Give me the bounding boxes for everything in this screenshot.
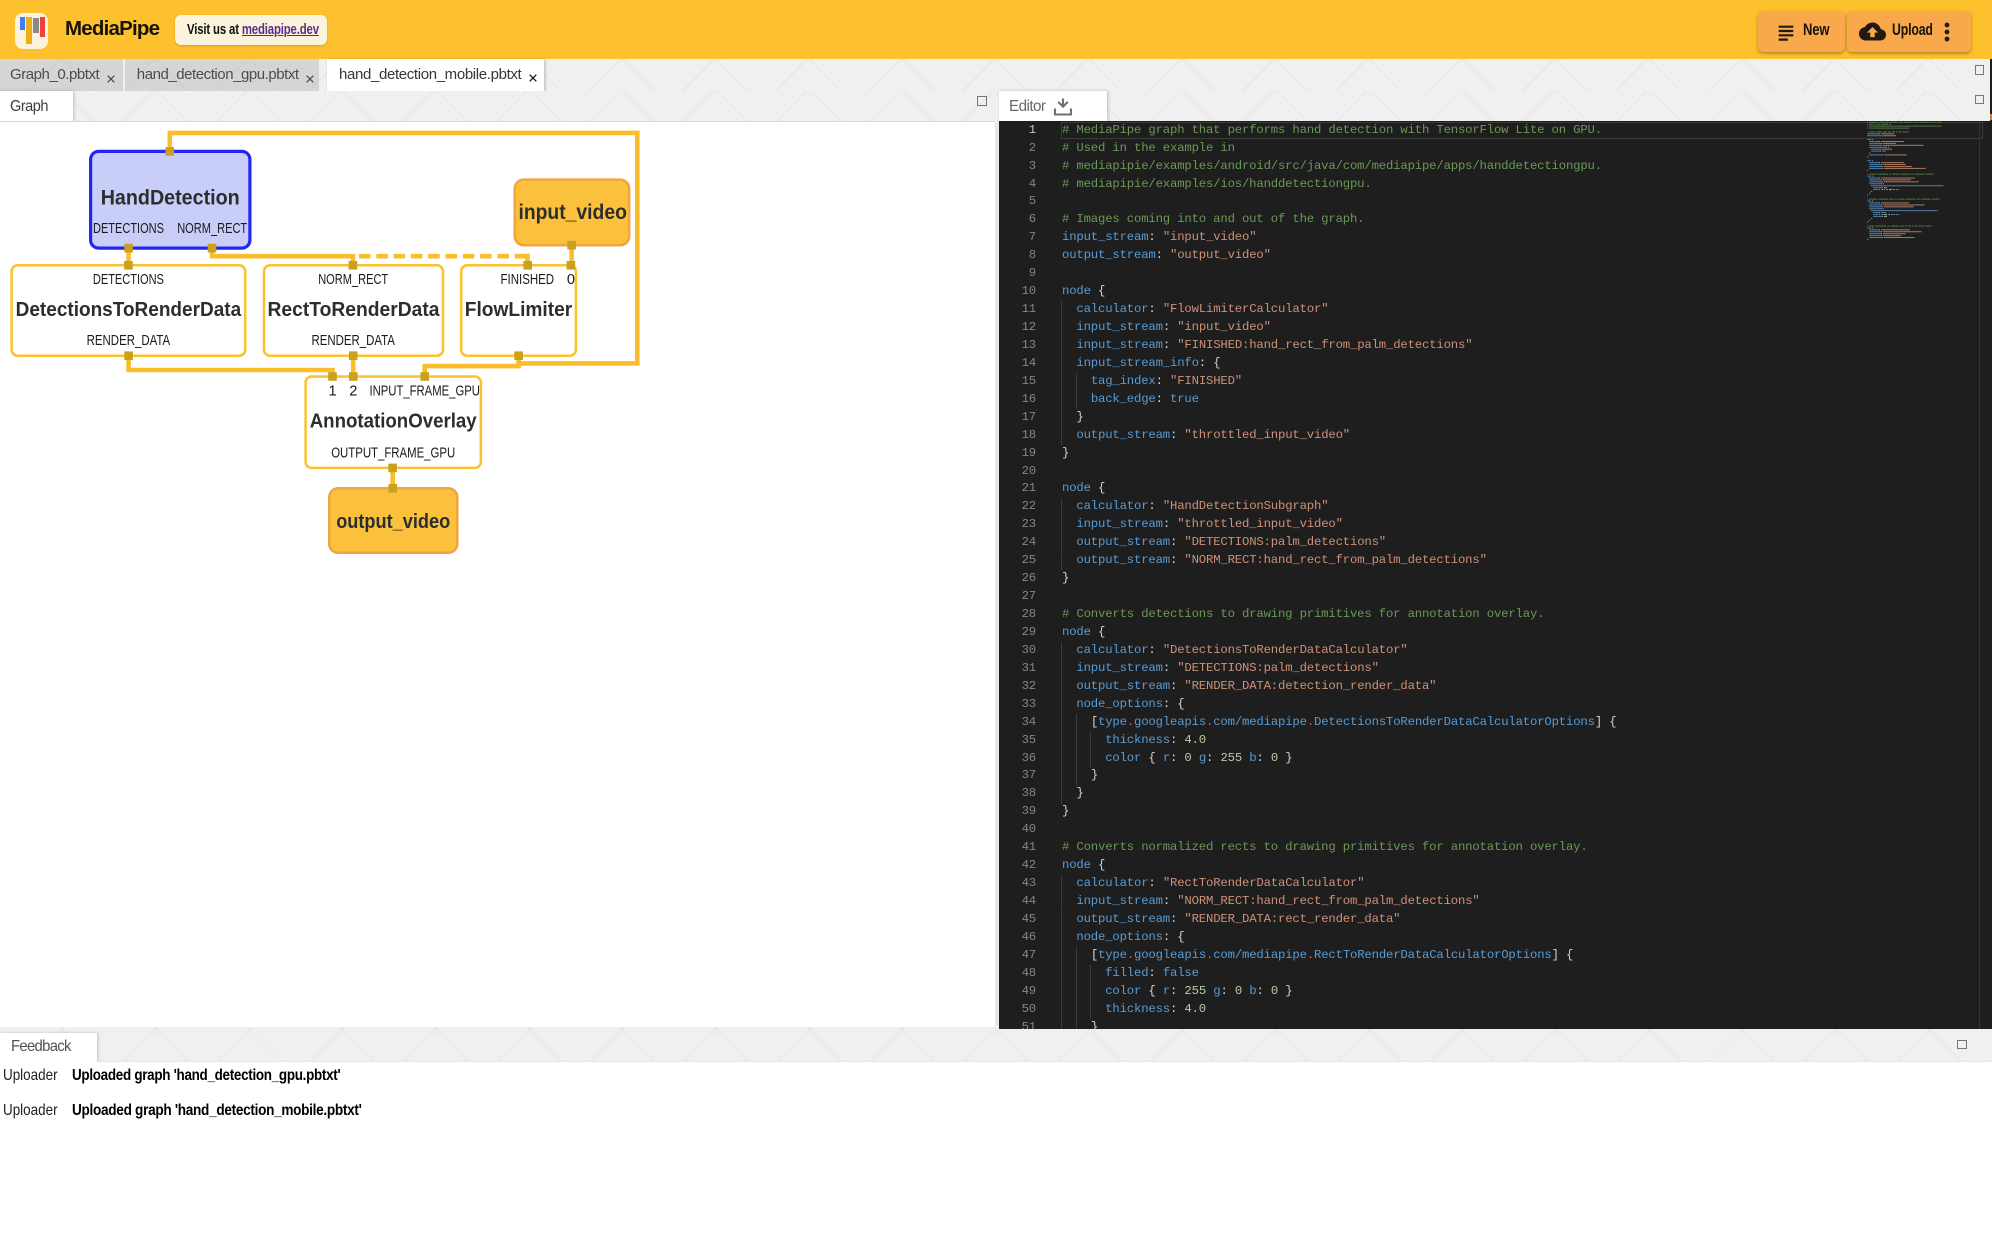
svg-text:OUTPUT_FRAME_GPU: OUTPUT_FRAME_GPU xyxy=(331,446,455,462)
svg-text:NORM_RECT: NORM_RECT xyxy=(318,272,388,288)
svg-text:FINISHED: FINISHED xyxy=(501,272,554,288)
svg-text:AnnotationOverlay: AnnotationOverlay xyxy=(310,410,478,433)
svg-text:2: 2 xyxy=(349,384,357,400)
svg-text:1: 1 xyxy=(328,384,336,400)
svg-text:0: 0 xyxy=(567,272,575,288)
svg-text:NORM_RECT: NORM_RECT xyxy=(177,221,247,237)
svg-text:FlowLimiter: FlowLimiter xyxy=(465,298,573,321)
svg-text:HandDetection: HandDetection xyxy=(101,187,240,210)
svg-text:RENDER_DATA: RENDER_DATA xyxy=(87,333,171,349)
svg-text:output_video: output_video xyxy=(336,510,450,533)
svg-text:input_video: input_video xyxy=(518,201,626,224)
svg-text:RectToRenderData: RectToRenderData xyxy=(268,299,441,321)
svg-text:RENDER_DATA: RENDER_DATA xyxy=(311,333,395,349)
svg-text:DETECTIONS: DETECTIONS xyxy=(93,221,164,237)
svg-text:INPUT_FRAME_GPU: INPUT_FRAME_GPU xyxy=(369,384,479,400)
svg-text:DetectionsToRenderData: DetectionsToRenderData xyxy=(16,299,242,321)
svg-text:DETECTIONS: DETECTIONS xyxy=(93,272,164,288)
